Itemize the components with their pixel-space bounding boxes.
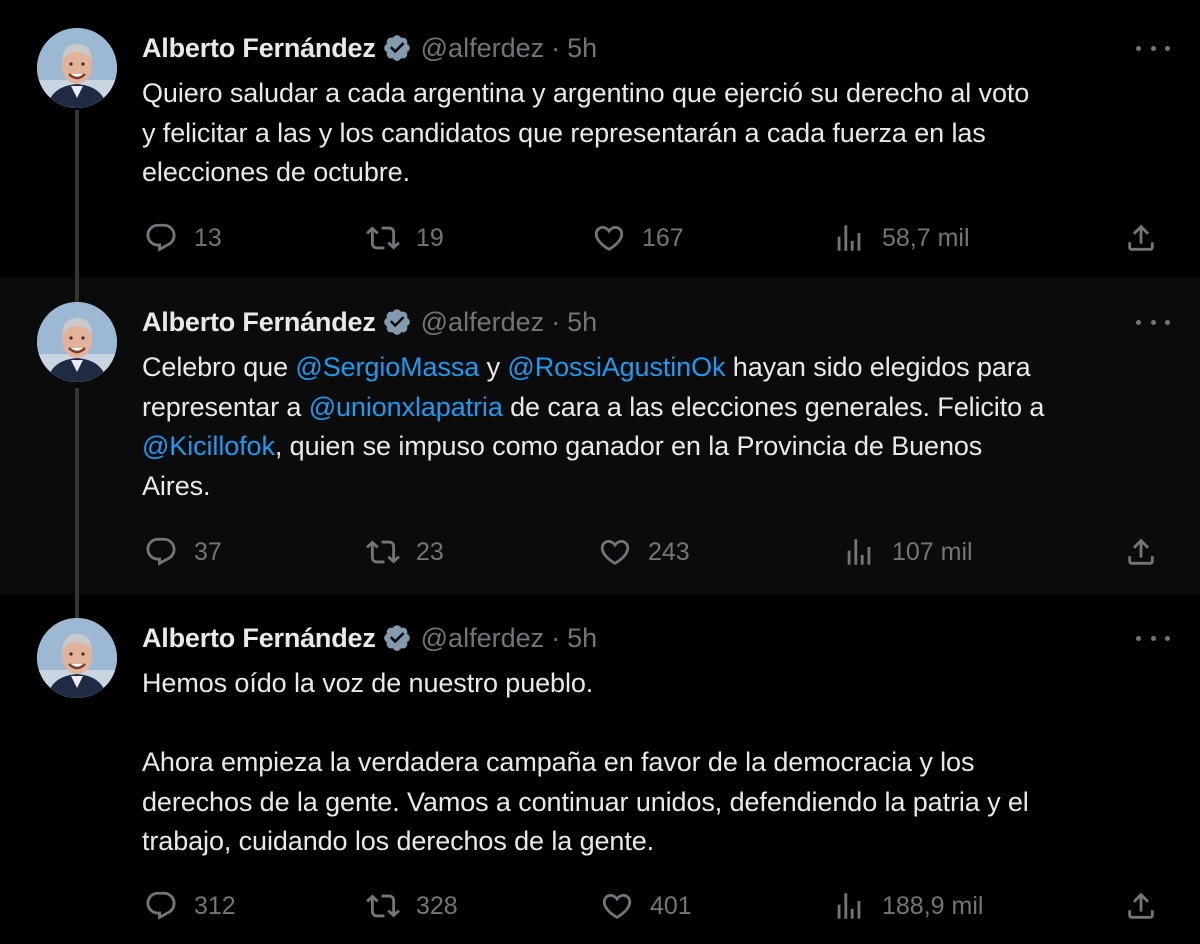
action-bar: 13 19 167 58,7 mil xyxy=(0,218,1200,258)
separator-dot: · xyxy=(551,622,561,653)
like-button[interactable]: 401 xyxy=(600,886,692,926)
reply-count: 312 xyxy=(194,891,236,920)
text-segment: Celebro que xyxy=(142,352,296,382)
tweet-text: Quiero saludar a cada argentina y argent… xyxy=(142,74,1182,193)
like-button[interactable]: 243 xyxy=(598,532,690,572)
views-count: 107 mil xyxy=(892,537,973,566)
share-icon xyxy=(1124,535,1158,569)
like-icon xyxy=(592,221,626,255)
retweet-button[interactable]: 19 xyxy=(366,218,444,258)
like-count: 167 xyxy=(642,223,684,252)
like-icon xyxy=(600,889,634,923)
tweet-header: Alberto Fernández @alferdez · 5h xyxy=(142,618,597,658)
views-icon xyxy=(832,889,866,923)
reply-button[interactable]: 312 xyxy=(144,886,236,926)
retweet-button[interactable]: 23 xyxy=(366,532,444,572)
timestamp[interactable]: 5h xyxy=(567,33,597,64)
text-segment: de cara a las elecciones generales. Feli… xyxy=(510,391,1045,422)
like-button[interactable]: 167 xyxy=(592,218,684,258)
share-icon xyxy=(1124,889,1158,923)
tweet-text: Celebro que @SergioMassa y @RossiAgustin… xyxy=(142,348,1182,506)
like-count: 243 xyxy=(648,537,690,566)
share-button[interactable] xyxy=(1124,886,1158,926)
reply-button[interactable]: 37 xyxy=(144,532,222,572)
reply-icon xyxy=(144,535,178,569)
reply-icon xyxy=(144,221,178,255)
views-button[interactable]: 58,7 mil xyxy=(832,218,970,258)
reply-button[interactable]: 13 xyxy=(144,218,222,258)
verified-badge-icon xyxy=(382,623,412,653)
tweet-2[interactable]: Alberto Fernández @alferdez · 5h Celebro… xyxy=(0,278,1200,594)
avatar[interactable] xyxy=(37,28,117,108)
views-button[interactable]: 107 mil xyxy=(842,532,973,572)
tweet-1[interactable]: Alberto Fernández @alferdez · 5h Quiero … xyxy=(0,0,1200,278)
tweet-header: Alberto Fernández @alferdez · 5h xyxy=(142,302,597,342)
reply-count: 37 xyxy=(194,537,222,566)
separator-dot: · xyxy=(551,32,561,63)
tweet-thread: Alberto Fernández @alferdez · 5h Quiero … xyxy=(0,0,1200,944)
retweet-icon xyxy=(366,535,400,569)
text-segment: Hemos oído la voz de nuestro pueblo. Aho… xyxy=(142,668,1029,856)
author-handle[interactable]: @alferdez xyxy=(421,33,544,64)
share-button[interactable] xyxy=(1124,532,1158,572)
action-bar: 312 328 401 188,9 mil xyxy=(0,886,1200,926)
share-icon xyxy=(1124,221,1158,255)
reply-icon xyxy=(144,889,178,923)
tweet-3[interactable]: Alberto Fernández @alferdez · 5h Hemos o… xyxy=(0,594,1200,944)
avatar[interactable] xyxy=(37,302,117,382)
views-icon xyxy=(842,535,876,569)
views-count: 188,9 mil xyxy=(882,891,984,920)
like-count: 401 xyxy=(650,891,692,920)
retweet-count: 328 xyxy=(416,891,458,920)
reply-count: 13 xyxy=(194,223,222,252)
more-options-icon[interactable] xyxy=(1136,312,1170,332)
author-name[interactable]: Alberto Fernández xyxy=(142,33,376,64)
thread-connector xyxy=(75,594,79,618)
retweet-count: 23 xyxy=(416,537,444,566)
text-segment: Quiero saludar a cada argentina y argent… xyxy=(142,78,1030,187)
more-options-icon[interactable] xyxy=(1136,38,1170,58)
mention-link[interactable]: @SergioMassa xyxy=(295,352,479,382)
mention-link[interactable]: @RossiAgustinOk xyxy=(507,352,725,382)
separator-dot: · xyxy=(551,306,561,337)
tweet-header: Alberto Fernández @alferdez · 5h xyxy=(142,28,597,68)
like-icon xyxy=(598,535,632,569)
timestamp[interactable]: 5h xyxy=(567,307,597,338)
action-bar: 37 23 243 107 mil xyxy=(0,532,1200,572)
text-segment: y xyxy=(479,352,508,382)
thread-connector xyxy=(75,278,79,302)
share-button[interactable] xyxy=(1124,218,1158,258)
views-icon xyxy=(832,221,866,255)
retweet-count: 19 xyxy=(416,223,444,252)
author-handle[interactable]: @alferdez xyxy=(421,623,544,654)
author-name[interactable]: Alberto Fernández xyxy=(142,623,376,654)
tweet-text: Hemos oído la voz de nuestro pueblo. Aho… xyxy=(142,664,1182,862)
author-name[interactable]: Alberto Fernández xyxy=(142,307,376,338)
retweet-button[interactable]: 328 xyxy=(366,886,458,926)
verified-badge-icon xyxy=(382,307,412,337)
author-handle[interactable]: @alferdez xyxy=(421,307,544,338)
more-options-icon[interactable] xyxy=(1136,628,1170,648)
verified-badge-icon xyxy=(382,33,412,63)
retweet-icon xyxy=(366,889,400,923)
avatar[interactable] xyxy=(37,618,117,698)
mention-link[interactable]: @Kicillofok xyxy=(142,431,275,461)
retweet-icon xyxy=(366,221,400,255)
timestamp[interactable]: 5h xyxy=(567,623,597,654)
views-button[interactable]: 188,9 mil xyxy=(832,886,983,926)
mention-link[interactable]: @unionxlapatria xyxy=(309,392,503,422)
views-count: 58,7 mil xyxy=(882,223,970,252)
